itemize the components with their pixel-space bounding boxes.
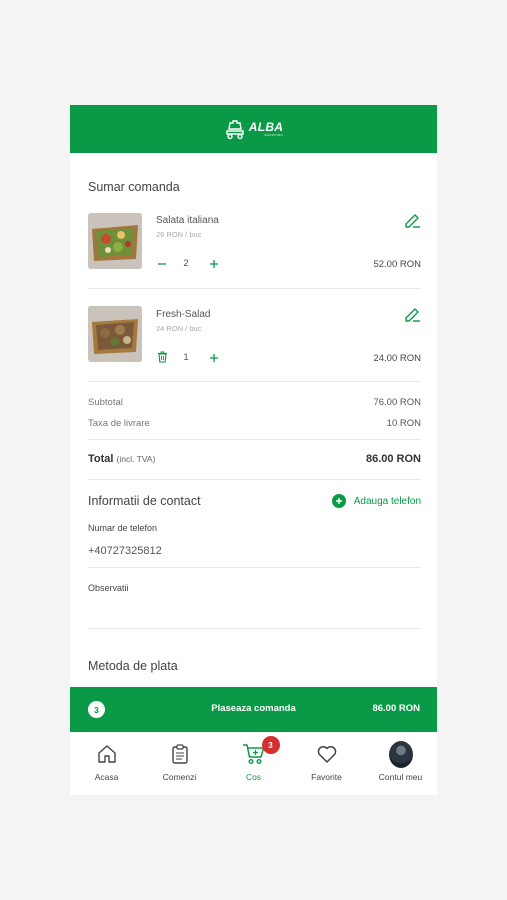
brand-logo: ALBA SHOPPING [224,118,284,140]
plus-circle-icon [331,494,346,508]
place-order-button[interactable]: 3 Plaseaza comanda 86.00 RON [70,687,437,732]
divider [88,567,421,568]
tab-contul-meu[interactable]: Contul meu [364,740,437,792]
add-phone-label: Adauga telefon [353,495,421,507]
delivery-fee-value: 10 RON [386,418,421,429]
increase-quantity-button[interactable] [208,352,220,364]
edit-icon[interactable] [403,211,421,229]
minus-icon [158,263,166,265]
payment-method-title: Metoda de plata [88,659,178,673]
cart-item-total: 24.00 RON [373,353,421,364]
divider [88,439,421,440]
cart-item-unit-price: 26 RON / buc [156,230,202,239]
delivery-scooter-icon [226,120,244,140]
logo-text: ALBA [248,120,284,134]
phone-field-label: Numar de telefon [88,523,158,533]
tab-label: Cos [245,772,262,782]
cart-item-image [88,213,142,269]
cart-icon: 3 [242,736,280,766]
divider [88,381,421,382]
app-header: ALBA SHOPPING [70,105,437,153]
salad-bowl-image [88,306,142,362]
remove-item-button[interactable] [156,351,168,363]
total-label-text: Total [88,453,114,465]
tab-label: Contul meu [378,772,423,782]
contact-info-title: Informatii de contact [88,494,201,508]
total-vat-note: (incl. TVA) [116,454,156,464]
item-quantity: 2 [183,258,189,269]
total-label: Total (incl. TVA) [88,453,155,465]
tab-label: Comenzi [162,772,197,782]
decrease-quantity-button[interactable] [156,258,168,270]
tab-acasa[interactable]: Acasa [70,742,143,792]
salad-bowl-image [88,213,142,269]
app-screen: ALBA SHOPPING Sumar comanda Salata itali… [70,105,437,795]
order-summary-title: Sumar comanda [88,180,180,194]
avatar [388,740,413,768]
logo-subtext: SHOPPING [264,133,284,137]
heart-icon [315,742,339,766]
subtotal-label: Subtotal [88,397,123,408]
place-order-total: 86.00 RON [372,703,420,714]
cart-count-badge: 3 [261,736,280,754]
subtotal-value: 76.00 RON [373,397,421,408]
home-icon [95,742,119,766]
bottom-tab-bar: Acasa Comenzi 3 Cos Favorite Contul meu [70,732,437,795]
clipboard-icon [168,742,192,766]
plus-icon [210,354,218,362]
plus-icon [210,260,218,268]
total-value: 86.00 RON [365,453,421,465]
tab-comenzi[interactable]: Comenzi [143,742,216,792]
tab-label: Favorite [311,772,342,782]
cart-item-unit-price: 24 RON / buc [156,324,202,333]
phone-field[interactable]: +40727325812 [88,545,421,557]
tab-cos[interactable]: 3 Cos [217,736,290,792]
divider [88,628,421,629]
item-quantity: 1 [183,352,189,363]
cart-item-image [88,306,142,362]
cart-item-name: Salata italiana [156,215,219,226]
delivery-fee-label: Taxa de livrare [88,418,150,429]
increase-quantity-button[interactable] [208,258,220,270]
notes-field[interactable]: Observatii [88,573,421,628]
edit-icon[interactable] [403,305,421,323]
cart-item-name: Fresh-Salad [156,309,211,320]
add-phone-button[interactable]: Adauga telefon [331,494,421,508]
tab-label: Acasa [94,772,119,782]
tab-favorite[interactable]: Favorite [290,742,363,792]
user-avatar [388,740,413,768]
cart-item-total: 52.00 RON [373,259,421,270]
divider [88,479,421,480]
notes-field-label: Observatii [88,583,129,593]
trash-icon [157,351,167,363]
divider [88,288,421,289]
